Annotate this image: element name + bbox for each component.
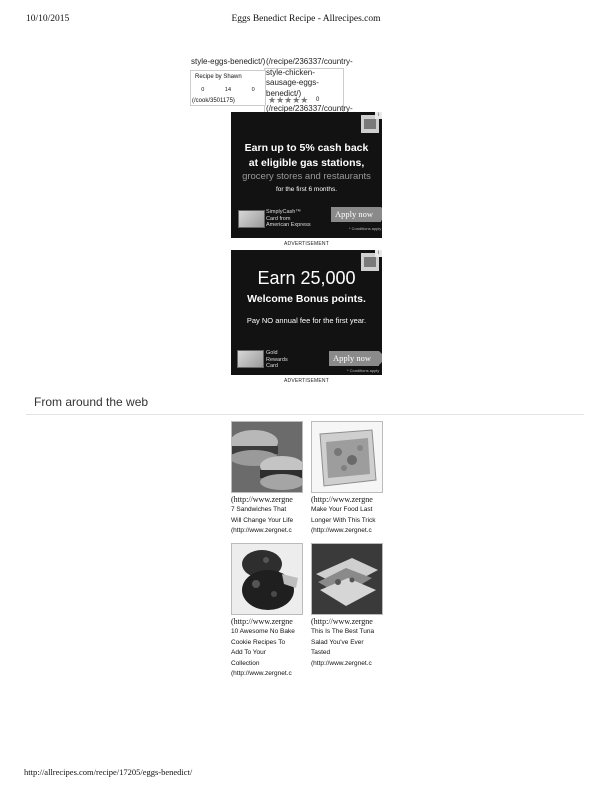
stat-value: 0 [251,87,255,93]
sandwich-image[interactable] [231,421,303,493]
advertisement-label: ADVERTISEMENT [283,378,329,384]
article-title-line: Longer With This Trick [311,516,376,524]
article-title[interactable]: Make Your Food Last Longer With This Tri… [311,505,383,526]
ad-info-icon[interactable]: i [375,250,382,257]
article-url[interactable]: (http://www.zergnet.c [231,526,303,536]
apply-now-button[interactable]: Apply now [331,207,382,222]
article-title-line: 7 Sandwiches That [231,506,287,513]
article-title-line: Tasted [311,649,331,656]
article-title-line: Collection [231,659,260,667]
print-page-title: Eggs Benedict Recipe - Allrecipes.com [231,14,381,24]
article-title-line: Add To Your [231,649,266,656]
stat-value: 14 [224,87,232,93]
article-url[interactable]: (http://www.zergnet.c [311,659,383,669]
cook-profile-link[interactable]: (/cook/3501175) [192,98,235,104]
article-title[interactable]: This Is The Best Tuna Salad You've Ever … [311,627,383,659]
card-name: Gold Rewards Card [266,350,288,370]
ad-subline: for the first 6 months. [275,186,338,193]
related-recipe-link-fragment[interactable]: style-eggs-benedict/) [191,57,265,68]
ad-info-icon[interactable]: i [375,112,382,119]
recipe-author-label: Recipe by Shawn [195,74,242,80]
ad-headline: Earn 25,000 [257,268,356,288]
advertisement-amex-gold[interactable]: i Earn 25,000 Welcome Bonus points. Pay … [231,250,382,375]
advertisement-label: ADVERTISEMENT [283,241,329,247]
section-divider [26,414,584,415]
rating-count: 0 [316,97,320,103]
credit-card-image [237,350,264,368]
article-title-line: Salad You've Ever [311,638,364,646]
article-link[interactable]: (http://www.zergne [231,495,303,505]
ad-headline: Welcome Bonus points. [247,293,366,305]
article-title[interactable]: 10 Awesome No Bake Cookie Recipes To Add… [231,627,303,669]
article-title[interactable]: 7 Sandwiches That Will Change Your Life [231,505,303,526]
article-link[interactable]: (http://www.zergne [311,617,383,627]
card-name-line: Card [266,363,278,369]
advertisement-amex-cashback[interactable]: i Earn up to 5% cash back at eligible ga… [231,112,382,238]
article-url[interactable]: (http://www.zergnet.c [311,526,383,536]
article-url[interactable]: (http://www.zergnet.c [231,669,303,679]
article-link[interactable]: (http://www.zergne [311,495,383,505]
credit-card-image [238,210,265,228]
card-name: SimplyCash™ Card from American Express [266,209,311,229]
conditions-note: * Conditions apply [349,226,382,231]
apply-now-button[interactable]: Apply now [329,351,382,366]
ad-headline: at eligible gas stations, [248,157,365,169]
food-bag-image[interactable] [311,421,383,493]
card-name-line: American Express [266,222,311,228]
article-link[interactable]: (http://www.zergne [231,617,303,627]
conditions-note: * Conditions apply [347,368,380,373]
article-title-line: Cookie Recipes To [231,638,286,646]
sponsored-article-tile[interactable]: (http://www.zergne Make Your Food Last L… [311,421,383,536]
cookie-image[interactable] [231,543,303,615]
related-recipe-link-line: (/recipe/236337/country- [266,57,353,66]
ad-headline: Earn up to 5% cash back [244,142,369,154]
tuna-sandwich-image[interactable] [311,543,383,615]
sponsored-article-tile[interactable]: (http://www.zergne 10 Awesome No Bake Co… [231,543,303,679]
print-footer-url: http://allrecipes.com/recipe/17205/eggs-… [24,767,193,777]
sponsored-article-tile[interactable]: (http://www.zergne This Is The Best Tuna… [311,543,383,669]
ad-subline: Pay NO annual fee for the first year. [246,316,367,325]
article-title-line: 10 Awesome No Bake [231,628,295,635]
from-around-the-web-heading: From around the web [34,395,149,409]
article-title-line: This Is The Best Tuna [311,628,375,635]
recipe-stats: 0 14 0 [191,87,265,93]
article-title-line: Will Change Your Life [231,516,294,524]
sponsored-article-tile[interactable]: (http://www.zergne 7 Sandwiches That Wil… [231,421,303,536]
article-title-line: Make Your Food Last [311,506,373,513]
stat-value: 0 [201,87,205,93]
ad-headline: grocery stores and restaurants [242,171,371,182]
